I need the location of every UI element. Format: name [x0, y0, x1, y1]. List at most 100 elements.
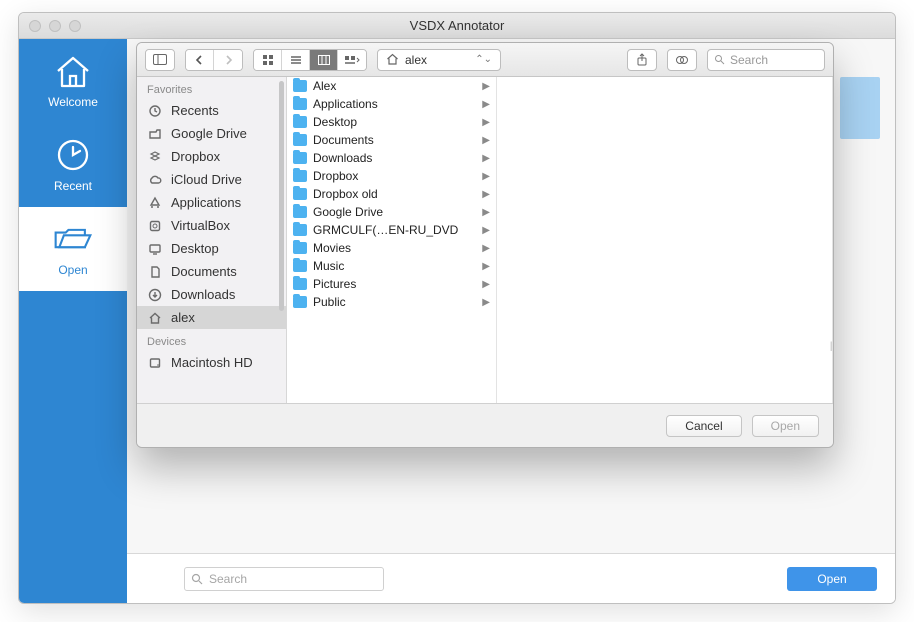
sidebar-group-favorites: Favorites	[137, 77, 286, 99]
file-row-label: Dropbox	[313, 169, 358, 183]
search-icon	[714, 54, 725, 65]
cancel-button[interactable]: Cancel	[666, 415, 741, 437]
sidebar-item-label: Open	[58, 263, 87, 277]
folder-icon	[293, 260, 307, 272]
sidebar-item-open[interactable]: Open	[19, 207, 127, 291]
file-row[interactable]: Dropbox ▶	[287, 167, 496, 185]
file-row[interactable]: Pictures▶	[287, 275, 496, 293]
sidebar-item-recent[interactable]: Recent	[19, 123, 127, 207]
file-row[interactable]: GRMCULF(…EN-RU_DVD▶	[287, 221, 496, 239]
sidebar-row-label: Downloads	[171, 287, 235, 302]
hdd-icon	[147, 355, 163, 371]
file-column-2	[497, 77, 833, 403]
file-row[interactable]: Public▶	[287, 293, 496, 311]
file-row-label: Music	[313, 259, 344, 273]
file-row[interactable]: Applications▶	[287, 95, 496, 113]
back-button[interactable]	[186, 50, 214, 70]
house-icon	[147, 310, 163, 326]
path-label: alex	[405, 53, 427, 67]
file-row-label: Google Drive	[313, 205, 383, 219]
file-row[interactable]: Music ▶	[287, 257, 496, 275]
chevron-right-icon: ▶	[482, 261, 490, 272]
sidebar-row-label: Applications	[171, 195, 241, 210]
folder-icon	[293, 80, 307, 92]
folder-icon	[293, 98, 307, 110]
sidebar-row-label: Google Drive	[171, 126, 247, 141]
sidebar-row-alex[interactable]: alex	[137, 306, 286, 329]
sidebar-row-documents[interactable]: Documents	[137, 260, 286, 283]
forward-button[interactable]	[214, 50, 242, 70]
chevron-right-icon: ▶	[482, 135, 490, 146]
sidebar-row-label: Documents	[171, 264, 237, 279]
sidebar-row-applications[interactable]: Applications	[137, 191, 286, 214]
file-row[interactable]: Downloads ▶	[287, 149, 496, 167]
chevron-right-icon: ▶	[482, 171, 490, 182]
column-view-button[interactable]	[310, 50, 338, 70]
list-view-button[interactable]	[282, 50, 310, 70]
file-row-label: Documents	[313, 133, 374, 147]
sidebar-row-label: Macintosh HD	[171, 355, 253, 370]
file-row[interactable]: Alex▶	[287, 77, 496, 95]
sidebar-item-welcome[interactable]: Welcome	[19, 39, 127, 123]
open-button[interactable]: Open	[787, 567, 877, 591]
apps-icon	[147, 195, 163, 211]
dialog-footer: Cancel Open	[137, 403, 833, 447]
sidebar-row-google-drive[interactable]: Google Drive	[137, 122, 286, 145]
sidebar-toggle-button[interactable]	[146, 50, 174, 70]
sidebar-row-downloads[interactable]: Downloads	[137, 283, 286, 306]
chevron-right-icon: ▶	[482, 189, 490, 200]
desktop-icon	[147, 241, 163, 257]
sidebar-row-dropbox[interactable]: Dropbox	[137, 145, 286, 168]
file-row-label: Pictures	[313, 277, 356, 291]
nav-seg	[185, 49, 243, 71]
sidebar-row-desktop[interactable]: Desktop	[137, 237, 286, 260]
file-row[interactable]: Documents ▶	[287, 131, 496, 149]
file-row[interactable]: Google Drive ▶	[287, 203, 496, 221]
folder-icon	[293, 188, 307, 200]
file-row-label: Downloads	[313, 151, 372, 165]
dropbox-icon	[147, 149, 163, 165]
folder-icon	[293, 278, 307, 290]
chevron-updown-icon: ⌃⌄	[475, 54, 492, 65]
coverflow-view-button[interactable]	[338, 50, 366, 70]
sidebar-row-icloud-drive[interactable]: iCloud Drive	[137, 168, 286, 191]
sidebar-row-macintosh-hd[interactable]: Macintosh HD	[137, 351, 286, 374]
search-placeholder: Search	[209, 572, 247, 586]
sidebar-row-label: Dropbox	[171, 149, 220, 164]
chevron-right-icon: ▶	[482, 207, 490, 218]
column-resize-handle[interactable]: ||	[829, 334, 834, 358]
file-row[interactable]: Dropbox old▶	[287, 185, 496, 203]
content-hint	[840, 77, 880, 139]
tags-button[interactable]	[667, 49, 697, 71]
sidebar-item-label: Recent	[54, 179, 92, 193]
sidebar-group-devices: Devices	[137, 329, 286, 351]
path-popup[interactable]: alex ⌃⌄	[377, 49, 501, 71]
chevron-right-icon: ▶	[482, 153, 490, 164]
folder-icon	[293, 242, 307, 254]
file-column-1: Alex▶Applications▶Desktop▶Documents▶Down…	[287, 77, 497, 403]
file-row[interactable]: Movies▶	[287, 239, 496, 257]
dialog-search-input[interactable]: Search	[707, 49, 825, 71]
sidebar-scrollbar[interactable]	[279, 81, 284, 311]
folder-icon	[293, 296, 307, 308]
sidebar-toggle-seg	[145, 49, 175, 71]
sidebar-row-label: Desktop	[171, 241, 219, 256]
search-input[interactable]: Search	[184, 567, 384, 591]
folder-icon	[293, 206, 307, 218]
folder-icon	[293, 152, 307, 164]
folder-icon	[293, 134, 307, 146]
sidebar-row-recents[interactable]: Recents	[137, 99, 286, 122]
share-button[interactable]	[627, 49, 657, 71]
sidebar-row-label: Recents	[171, 103, 219, 118]
dialog-open-button[interactable]: Open	[752, 415, 819, 437]
open-dialog: alex ⌃⌄ Search Favorites Recents Google D…	[136, 42, 834, 448]
cloud-icon	[147, 172, 163, 188]
icon-view-button[interactable]	[254, 50, 282, 70]
dialog-search-placeholder: Search	[730, 53, 768, 67]
sidebar-row-virtualbox[interactable]: VirtualBox	[137, 214, 286, 237]
file-row[interactable]: Desktop▶	[287, 113, 496, 131]
file-row-label: Alex	[313, 79, 336, 93]
file-row-label: Desktop	[313, 115, 357, 129]
chevron-right-icon: ▶	[482, 297, 490, 308]
chevron-right-icon: ▶	[482, 99, 490, 110]
